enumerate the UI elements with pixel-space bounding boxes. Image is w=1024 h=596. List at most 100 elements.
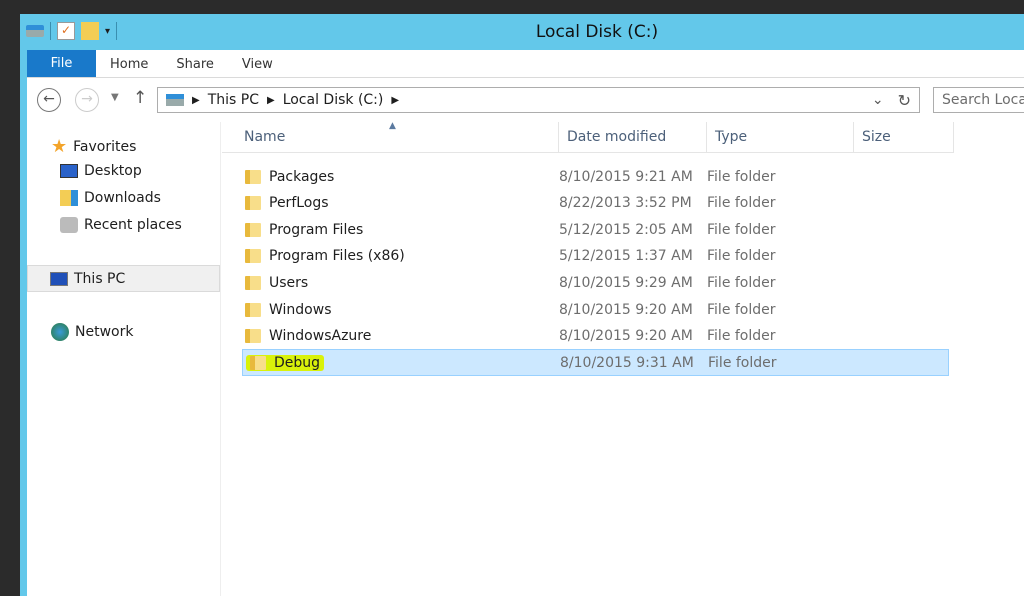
file-row[interactable]: WindowsAzure 8/10/2015 9:20 AM File folder: [242, 323, 949, 350]
file-date: 5/12/2015 2:05 AM: [559, 221, 693, 238]
file-name: PerfLogs: [269, 195, 329, 212]
file-name: Users: [269, 274, 309, 291]
window-title: Local Disk (C:): [535, 22, 659, 42]
file-date: 8/22/2013 3:52 PM: [559, 195, 692, 212]
drive-icon: [166, 94, 184, 106]
sidebar-item-desktop[interactable]: Desktop: [60, 163, 142, 179]
folder-icon: [245, 222, 261, 237]
chevron-right-icon[interactable]: ▶: [192, 95, 200, 106]
recent-locations-chevron-icon[interactable]: ▼: [111, 92, 119, 103]
file-type: File folder: [707, 221, 776, 238]
file-name: Packages: [269, 168, 335, 185]
folder-icon: [245, 169, 261, 184]
sidebar-item-label: Favorites: [73, 138, 137, 155]
column-date-modified[interactable]: Date modified: [559, 122, 707, 152]
folder-icon: [245, 249, 261, 264]
folder-icon: [250, 355, 266, 370]
file-name-cell: Users: [242, 275, 559, 291]
file-row[interactable]: Program Files (x86) 5/12/2015 1:37 AM File…: [242, 243, 949, 270]
recent-places-icon: [60, 217, 78, 233]
computer-icon: [50, 271, 68, 286]
folder-icon: [245, 329, 261, 344]
file-date: 5/12/2015 1:37 AM: [559, 248, 693, 265]
sidebar-item-this-pc[interactable]: This PC: [27, 265, 220, 292]
file-date: 8/10/2015 9:21 AM: [559, 168, 693, 185]
chevron-right-icon[interactable]: ▶: [391, 95, 399, 106]
breadcrumb-this-pc[interactable]: This PC: [208, 92, 259, 108]
file-name-wrap: Packages: [245, 169, 334, 185]
tab-share[interactable]: Share: [162, 50, 228, 77]
sidebar-item-label: Downloads: [84, 190, 161, 206]
file-type: File folder: [707, 248, 776, 265]
refresh-icon[interactable]: ↻: [898, 91, 911, 110]
sidebar-item-recent-places[interactable]: Recent places: [60, 217, 182, 233]
star-icon: ★: [51, 136, 68, 157]
file-row[interactable]: Debug 8/10/2015 9:31 AM File folder: [242, 349, 949, 377]
file-row[interactable]: Users 8/10/2015 9:29 AM File folder: [242, 269, 949, 296]
file-name-cell: Program Files: [242, 222, 559, 238]
file-name-cell: Program Files (x86): [242, 248, 559, 264]
file-name-cell: WindowsAzure: [242, 328, 559, 344]
file-name-cell: Debug: [243, 354, 560, 371]
tab-view[interactable]: View: [228, 50, 287, 77]
navigation-pane: ★ Favorites Desktop Downloads Recent plac…: [27, 122, 221, 596]
column-label: Name: [244, 129, 286, 145]
file-row[interactable]: Windows 8/10/2015 9:20 AM File folder: [242, 296, 949, 323]
content-area: ★ Favorites Desktop Downloads Recent plac…: [27, 121, 1024, 596]
file-name-wrap: Users: [245, 275, 308, 291]
sort-ascending-icon: ▲: [389, 121, 396, 131]
folder-icon: [245, 302, 261, 317]
breadcrumb-local-disk[interactable]: Local Disk (C:): [283, 92, 384, 108]
sidebar-item-downloads[interactable]: Downloads: [60, 190, 161, 206]
file-type: File folder: [707, 328, 776, 345]
file-date: 8/10/2015 9:29 AM: [559, 274, 693, 291]
file-row[interactable]: Packages 8/10/2015 9:21 AM File folder: [242, 163, 949, 190]
address-bar[interactable]: ▶ This PC ▶ Local Disk (C:) ▶ ⌄ ↻: [157, 87, 920, 113]
file-name-wrap: PerfLogs: [245, 195, 329, 211]
file-date: 8/10/2015 9:20 AM: [559, 328, 693, 345]
file-name: WindowsAzure: [269, 328, 372, 345]
column-size[interactable]: Size: [854, 122, 954, 152]
file-name-wrap: Windows: [245, 302, 332, 318]
column-headers: Name ▲ Date modified Type Size: [222, 121, 954, 153]
file-date: 8/10/2015 9:31 AM: [560, 354, 694, 371]
address-dropdown-icon[interactable]: ⌄: [872, 92, 884, 108]
column-type[interactable]: Type: [707, 122, 854, 152]
file-name-wrap: Program Files: [245, 222, 363, 238]
sidebar-item-label: Recent places: [84, 217, 182, 233]
sidebar-item-favorites[interactable]: ★ Favorites: [51, 136, 136, 157]
sidebar-item-label: This PC: [74, 270, 126, 287]
file-name: Program Files (x86): [269, 248, 405, 265]
file-name: Windows: [269, 301, 332, 318]
file-date: 8/10/2015 9:20 AM: [559, 301, 693, 318]
column-name[interactable]: Name ▲: [222, 121, 559, 152]
tab-file[interactable]: File: [27, 50, 96, 77]
file-row[interactable]: Program Files 5/12/2015 2:05 AM File folde…: [242, 216, 949, 243]
file-type: File folder: [707, 301, 776, 318]
back-arrow-icon[interactable]: ←: [37, 88, 61, 112]
file-type: File folder: [708, 354, 777, 371]
navigation-bar: ← → ▼ ↑ ▶ This PC ▶ Local Disk (C:) ▶ ⌄ …: [27, 78, 1024, 122]
network-icon: [51, 323, 69, 341]
file-name: Program Files: [269, 221, 364, 238]
desktop-icon: [60, 164, 78, 178]
search-input[interactable]: Search Local Disk (C:): [933, 87, 1024, 113]
folder-icon: [245, 196, 261, 211]
ribbon-tabs: File Home Share View: [27, 50, 1024, 78]
sidebar-item-label: Network: [75, 324, 134, 340]
forward-arrow-icon[interactable]: →: [75, 88, 99, 112]
chevron-right-icon[interactable]: ▶: [267, 95, 275, 106]
file-name-cell: Packages: [242, 169, 559, 185]
file-name-wrap: Program Files (x86): [245, 248, 405, 264]
file-name-wrap: WindowsAzure: [245, 328, 371, 344]
file-type: File folder: [707, 195, 776, 212]
file-row[interactable]: PerfLogs 8/22/2013 3:52 PM File folder: [242, 190, 949, 217]
up-arrow-icon[interactable]: ↑: [133, 88, 147, 108]
file-name: Debug: [274, 354, 321, 371]
folder-icon: [245, 275, 261, 290]
title-bar: ✓ ▾ Local Disk (C:): [20, 14, 1024, 50]
sidebar-item-network[interactable]: Network: [51, 323, 133, 341]
file-name-cell: PerfLogs: [242, 195, 559, 211]
sidebar-item-label: Desktop: [84, 163, 142, 179]
tab-home[interactable]: Home: [96, 50, 162, 77]
